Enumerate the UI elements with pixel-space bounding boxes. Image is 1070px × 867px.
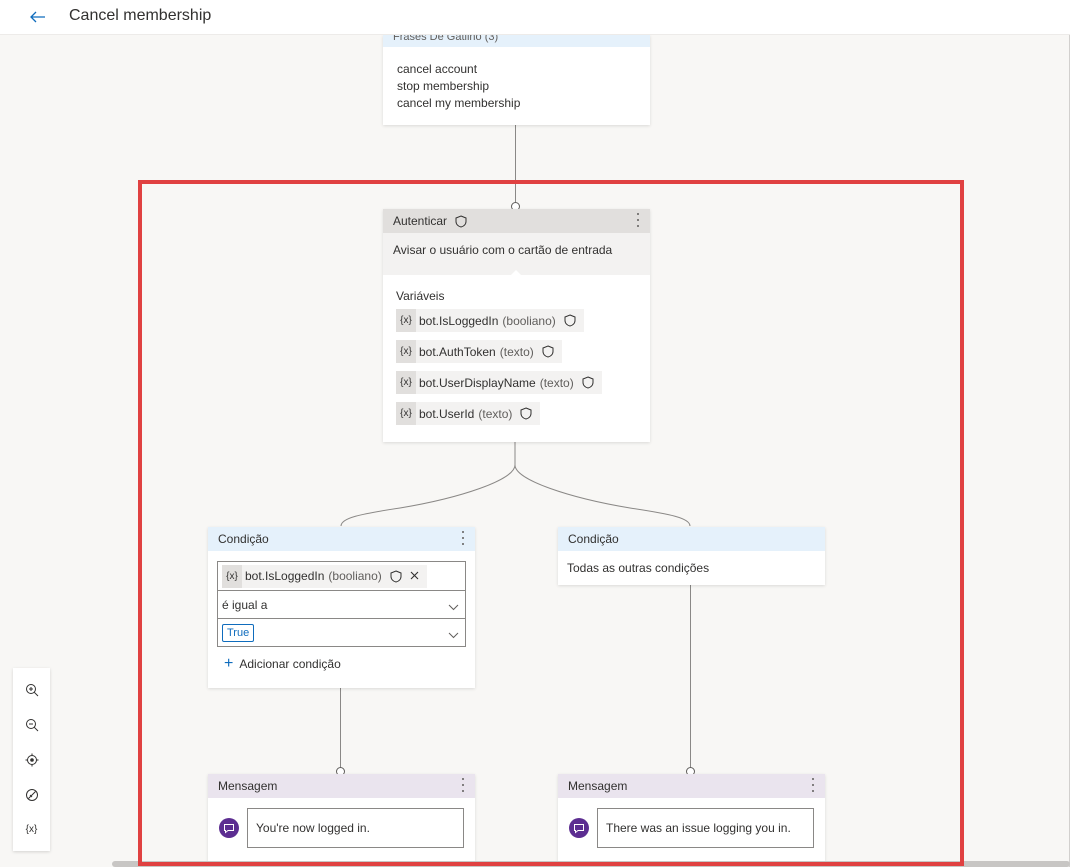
- chevron-down-icon: [448, 600, 459, 614]
- condition-node-header: Condição: [208, 527, 475, 551]
- trigger-phrases-node[interactable]: Frases De Gatilho (3) cancel account sto…: [383, 35, 650, 125]
- operator-value: é igual a: [222, 597, 268, 612]
- trigger-node-header: Frases De Gatilho (3): [383, 35, 650, 47]
- shield-icon: [542, 345, 554, 358]
- message-node-right[interactable]: Mensagem There was an issue logging you …: [558, 774, 825, 867]
- trigger-node-title: Frases De Gatilho (3): [393, 35, 499, 43]
- connector-trigger-auth: [515, 125, 516, 207]
- value-tag: True: [222, 623, 255, 642]
- condition-title: Condição: [568, 532, 619, 546]
- minimap-toggle-icon[interactable]: [20, 783, 44, 807]
- trigger-phrase: cancel my membership: [397, 96, 521, 110]
- shield-icon: [564, 314, 576, 327]
- condition-editor: {x} bot.IsLoggedIn (booliano) é igual a …: [217, 561, 466, 647]
- message-text-field[interactable]: You're now logged in.: [247, 808, 464, 848]
- authenticate-subtitle-text: Avisar o usuário com o cartão de entrada: [393, 243, 613, 257]
- zoom-out-icon[interactable]: [20, 713, 44, 737]
- chevron-down-icon: [448, 628, 459, 642]
- back-arrow-icon[interactable]: [28, 7, 48, 27]
- variable-name: bot.IsLoggedIn: [419, 313, 499, 328]
- variable-icon: {x}: [396, 309, 416, 332]
- add-condition-label: Adicionar condição: [239, 657, 341, 671]
- connector-right-cond-msg: [690, 585, 691, 768]
- variable-chip[interactable]: {x} bot.AuthToken (texto): [396, 340, 637, 371]
- variables-label: Variáveis: [396, 289, 445, 303]
- variable-icon: {x}: [396, 340, 416, 363]
- authenticate-node[interactable]: Autenticar Avisar o usuário com o cartão…: [383, 209, 650, 442]
- condition-title: Condição: [218, 532, 269, 546]
- recenter-icon[interactable]: [20, 748, 44, 772]
- variable-chip[interactable]: {x} bot.UserId (texto): [396, 402, 637, 433]
- zoom-in-icon[interactable]: [20, 678, 44, 702]
- connector-left-cond-msg: [340, 688, 341, 768]
- variable-icon: {x}: [396, 371, 416, 394]
- condition-node-right[interactable]: Condição Todas as outras condições: [558, 527, 825, 585]
- more-options-icon[interactable]: [634, 213, 642, 227]
- more-options-icon[interactable]: [459, 778, 467, 792]
- variable-type: (booliano): [328, 569, 382, 583]
- shield-icon: [582, 376, 594, 389]
- variable-chip[interactable]: {x} bot.UserDisplayName (texto): [396, 371, 637, 402]
- trigger-phrase: cancel account: [397, 62, 478, 76]
- trigger-phrases-list: cancel account stop membership cancel my…: [383, 47, 650, 126]
- message-node-header: Mensagem: [558, 774, 825, 798]
- condition-node-left[interactable]: Condição {x} bot.IsLoggedIn (booliano) é…: [208, 527, 475, 688]
- variable-name: bot.IsLoggedIn: [245, 569, 325, 583]
- condition-variable-row[interactable]: {x} bot.IsLoggedIn (booliano): [218, 562, 465, 590]
- more-options-icon[interactable]: [809, 778, 817, 792]
- variable-type: (texto): [499, 344, 534, 359]
- variable-name: bot.UserDisplayName: [419, 375, 536, 390]
- branch-connector: [340, 440, 691, 527]
- add-condition-button[interactable]: + Adicionar condição: [224, 655, 475, 672]
- variable-type: (booliano): [502, 313, 556, 328]
- canvas-toolbox: {x}: [13, 668, 50, 851]
- variable-name: bot.UserId: [419, 406, 475, 421]
- horizontal-scrollbar[interactable]: [112, 861, 1070, 867]
- chat-bubble-icon: [569, 818, 589, 838]
- message-body: There was an issue logging you in.: [558, 798, 825, 858]
- value-dropdown[interactable]: True: [218, 618, 465, 646]
- variables-icon[interactable]: {x}: [20, 818, 44, 842]
- message-node-header: Mensagem: [208, 774, 475, 798]
- message-title: Mensagem: [218, 779, 278, 793]
- condition-node-header: Condição: [558, 527, 825, 551]
- trigger-phrase: stop membership: [397, 79, 490, 93]
- top-bar: Cancel membership: [0, 0, 1070, 35]
- variable-icon: {x}: [222, 564, 242, 588]
- message-title: Mensagem: [568, 779, 628, 793]
- authenticate-node-header: Autenticar: [383, 209, 650, 233]
- shield-icon: [390, 569, 402, 583]
- more-options-icon[interactable]: [459, 531, 467, 545]
- message-node-left[interactable]: Mensagem You're now logged in.: [208, 774, 475, 867]
- variable-type: (texto): [478, 406, 513, 421]
- operator-dropdown[interactable]: é igual a: [218, 590, 465, 618]
- other-conditions-text: Todas as outras condições: [567, 561, 710, 575]
- shield-icon: [455, 214, 467, 228]
- variable-chip[interactable]: {x} bot.IsLoggedIn (booliano): [396, 309, 637, 340]
- variable-name: bot.AuthToken: [419, 344, 496, 359]
- chat-bubble-icon: [219, 818, 239, 838]
- plus-icon: +: [224, 655, 234, 672]
- variable-icon: {x}: [396, 402, 416, 425]
- auth-variables: Variáveis {x} bot.IsLoggedIn (booliano) {x…: [383, 275, 650, 443]
- close-icon[interactable]: [410, 569, 419, 583]
- notch: [510, 270, 522, 276]
- shield-icon: [520, 407, 532, 420]
- message-body: You're now logged in.: [208, 798, 475, 858]
- page-title: Cancel membership: [69, 7, 212, 24]
- authenticate-node-subtitle: Avisar o usuário com o cartão de entrada: [383, 233, 650, 276]
- variable-type: (texto): [539, 375, 574, 390]
- message-text-field[interactable]: There was an issue logging you in.: [597, 808, 814, 848]
- authenticate-node-title: Autenticar: [393, 214, 448, 228]
